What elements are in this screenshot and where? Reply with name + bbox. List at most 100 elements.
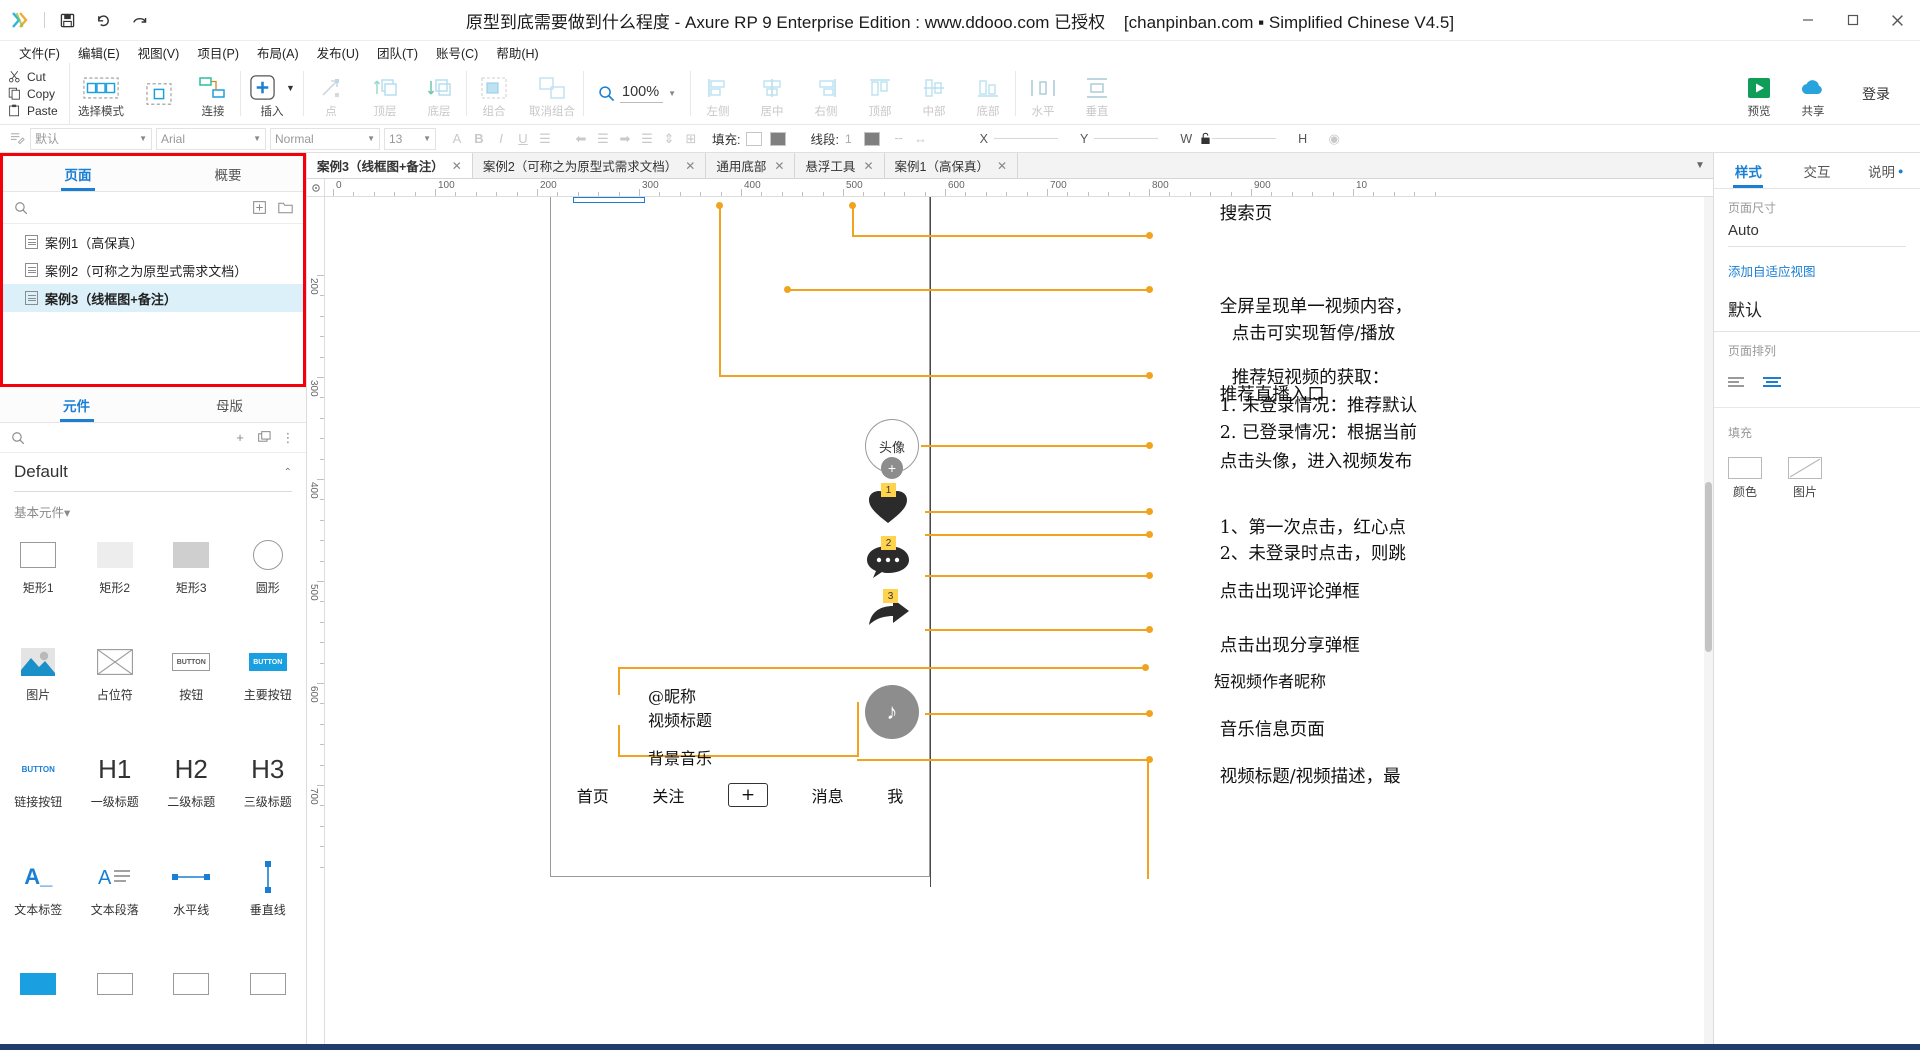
distribute-vertical-button[interactable]: 垂直 bbox=[1070, 63, 1124, 124]
menu-edit[interactable]: 编辑(E) bbox=[69, 41, 129, 64]
font-family-select[interactable]: Arial ▼ bbox=[156, 127, 266, 150]
widget-extra-2[interactable] bbox=[77, 956, 154, 1044]
font-color-icon[interactable]: A bbox=[446, 128, 468, 150]
tab-pages[interactable]: 页面 bbox=[3, 156, 153, 191]
widget-rect3[interactable]: 矩形3 bbox=[153, 527, 230, 632]
ungroup-button[interactable]: 取消组合 bbox=[521, 63, 583, 124]
distribute-horizontal-button[interactable]: 水平 bbox=[1016, 63, 1070, 124]
duplicate-icon[interactable] bbox=[254, 428, 274, 448]
align-center-icon[interactable]: ☰ bbox=[592, 128, 614, 150]
group-button[interactable]: 组合 bbox=[467, 63, 521, 124]
close-button[interactable] bbox=[1875, 0, 1920, 41]
undo-icon[interactable] bbox=[85, 5, 121, 35]
align-left-button[interactable]: 左侧 bbox=[691, 63, 745, 124]
y-input[interactable] bbox=[1094, 138, 1159, 139]
align-left-icon[interactable] bbox=[1728, 373, 1748, 391]
page-item-3[interactable]: 案例3（线框图+备注） bbox=[3, 284, 303, 312]
x-input[interactable] bbox=[994, 138, 1058, 139]
menu-view[interactable]: 视图(V) bbox=[129, 41, 189, 64]
widget-text-paragraph[interactable]: A 文本段落 bbox=[77, 849, 154, 954]
selection-box[interactable] bbox=[573, 197, 645, 203]
line-arrow-icon[interactable]: ↔ bbox=[910, 128, 932, 150]
cut-button[interactable]: Cut bbox=[8, 70, 69, 84]
widget-primary-button[interactable]: BUTTON 主要按钮 bbox=[230, 634, 307, 739]
share-button[interactable]: 共享 bbox=[1786, 63, 1840, 124]
send-to-back-button[interactable]: 底层 bbox=[412, 63, 466, 124]
page-item-2[interactable]: 案例2（可称之为原型式需求文档） bbox=[3, 256, 303, 284]
horizontal-ruler[interactable]: 0 100 200 300 400 500 600 700 800 900 10 bbox=[325, 179, 1713, 197]
close-icon[interactable]: ✕ bbox=[452, 159, 462, 173]
canvas-vertical-scrollbar[interactable] bbox=[1704, 197, 1713, 1050]
close-icon[interactable]: ✕ bbox=[774, 159, 784, 173]
canvas-tab-4[interactable]: 案例1（高保真） ✕ bbox=[884, 153, 1019, 178]
align-middle-button[interactable]: 中部 bbox=[907, 63, 961, 124]
widget-group-header[interactable]: 基本元件▾ bbox=[0, 492, 306, 527]
bold-icon[interactable]: B bbox=[468, 128, 490, 150]
widget-placeholder[interactable]: 占位符 bbox=[77, 634, 154, 739]
menu-account[interactable]: 账号(C) bbox=[427, 41, 487, 64]
more-options-icon[interactable]: ⋮ bbox=[278, 428, 298, 448]
nav-item-messages[interactable]: 消息 bbox=[812, 783, 844, 807]
tab-masters[interactable]: 母版 bbox=[153, 387, 306, 422]
align-left-icon[interactable]: ⬅ bbox=[570, 128, 592, 150]
tab-outline[interactable]: 概要 bbox=[153, 156, 303, 191]
lock-icon[interactable] bbox=[1198, 128, 1212, 150]
music-disc-icon[interactable]: ♪ bbox=[865, 685, 919, 739]
widget-h1[interactable]: H1 一级标题 bbox=[77, 741, 154, 846]
align-center-button[interactable]: 居中 bbox=[745, 63, 799, 124]
search-icon[interactable] bbox=[11, 198, 31, 218]
canvas-scroll-thumb[interactable] bbox=[1705, 482, 1712, 652]
adaptive-view-link[interactable]: 添加自适应视图 bbox=[1714, 251, 1920, 290]
minimize-button[interactable] bbox=[1785, 0, 1830, 41]
widget-button[interactable]: BUTTON 按钮 bbox=[153, 634, 230, 739]
search-icon[interactable] bbox=[8, 428, 28, 448]
padding-icon[interactable]: ⊞ bbox=[680, 128, 702, 150]
save-icon[interactable] bbox=[49, 5, 85, 35]
menu-project[interactable]: 项目(P) bbox=[188, 41, 248, 64]
line-color-swatch[interactable] bbox=[863, 131, 880, 146]
menu-layout[interactable]: 布局(A) bbox=[248, 41, 308, 64]
ruler-corner[interactable] bbox=[307, 179, 325, 197]
annotation-text-0[interactable]: 搜索页 bbox=[1153, 197, 1273, 248]
zoom-value[interactable]: 100% bbox=[620, 84, 664, 103]
nav-item-follow[interactable]: 关注 bbox=[652, 783, 684, 807]
align-justify-icon[interactable]: ☰ bbox=[636, 128, 658, 150]
zoom-group[interactable]: 100% ▼ bbox=[584, 63, 690, 124]
menu-publish[interactable]: 发布(U) bbox=[308, 41, 368, 64]
wireframe-bottom-nav[interactable]: 首页 关注 + 消息 我 bbox=[555, 775, 925, 815]
widget-circle[interactable]: 圆形 bbox=[230, 527, 307, 632]
menu-help[interactable]: 帮助(H) bbox=[487, 41, 547, 64]
add-library-icon[interactable]: + bbox=[230, 428, 250, 448]
preview-button[interactable]: 预览 bbox=[1732, 63, 1786, 124]
maximize-button[interactable] bbox=[1830, 0, 1875, 41]
add-folder-icon[interactable] bbox=[275, 198, 295, 218]
list-icon[interactable]: ☰ bbox=[534, 128, 556, 150]
widget-rect2[interactable]: 矩形2 bbox=[77, 527, 154, 632]
widget-image[interactable]: 图片 bbox=[0, 634, 77, 739]
page-size-value[interactable]: Auto bbox=[1728, 222, 1906, 247]
fill-color-swatch[interactable] bbox=[746, 131, 763, 146]
nav-item-me[interactable]: 我 bbox=[887, 783, 903, 807]
widget-vertical-line[interactable]: 垂直线 bbox=[230, 849, 307, 954]
vertical-ruler[interactable]: 200 300 400 500 600 700 bbox=[307, 197, 325, 1050]
widget-h2[interactable]: H2 二级标题 bbox=[153, 741, 230, 846]
annotation-text-14[interactable]: 视频标题/视频描述，最 bbox=[1153, 744, 1401, 811]
widget-h3[interactable]: H3 三级标题 bbox=[230, 741, 307, 846]
align-right-button[interactable]: 右侧 bbox=[799, 63, 853, 124]
nav-item-home[interactable]: 首页 bbox=[577, 783, 609, 807]
avatar-follow-badge[interactable]: + bbox=[881, 457, 903, 479]
add-page-icon[interactable] bbox=[249, 198, 269, 218]
annotation-text-7[interactable]: 点击头像，进入视频发布 bbox=[1153, 429, 1413, 496]
line-spacing-icon[interactable]: ⇕ bbox=[658, 128, 680, 150]
menu-team[interactable]: 团队(T) bbox=[368, 41, 427, 64]
canvas-tab-3[interactable]: 悬浮工具 ✕ bbox=[795, 153, 885, 178]
login-button[interactable]: 登录 bbox=[1840, 63, 1912, 124]
tab-widgets[interactable]: 元件 bbox=[0, 387, 153, 422]
canvas-tab-0[interactable]: 案例3（线框图+备注） ✕ bbox=[307, 153, 473, 178]
italic-icon[interactable]: I bbox=[490, 128, 512, 150]
fill-shadow-swatch[interactable] bbox=[770, 131, 787, 146]
zoom-chevron-icon[interactable]: ▼ bbox=[668, 89, 676, 98]
fill-image-option[interactable]: 图片 bbox=[1788, 457, 1822, 500]
redo-icon[interactable] bbox=[121, 5, 157, 35]
selection-mode-button[interactable]: 选择模式 bbox=[70, 63, 132, 124]
